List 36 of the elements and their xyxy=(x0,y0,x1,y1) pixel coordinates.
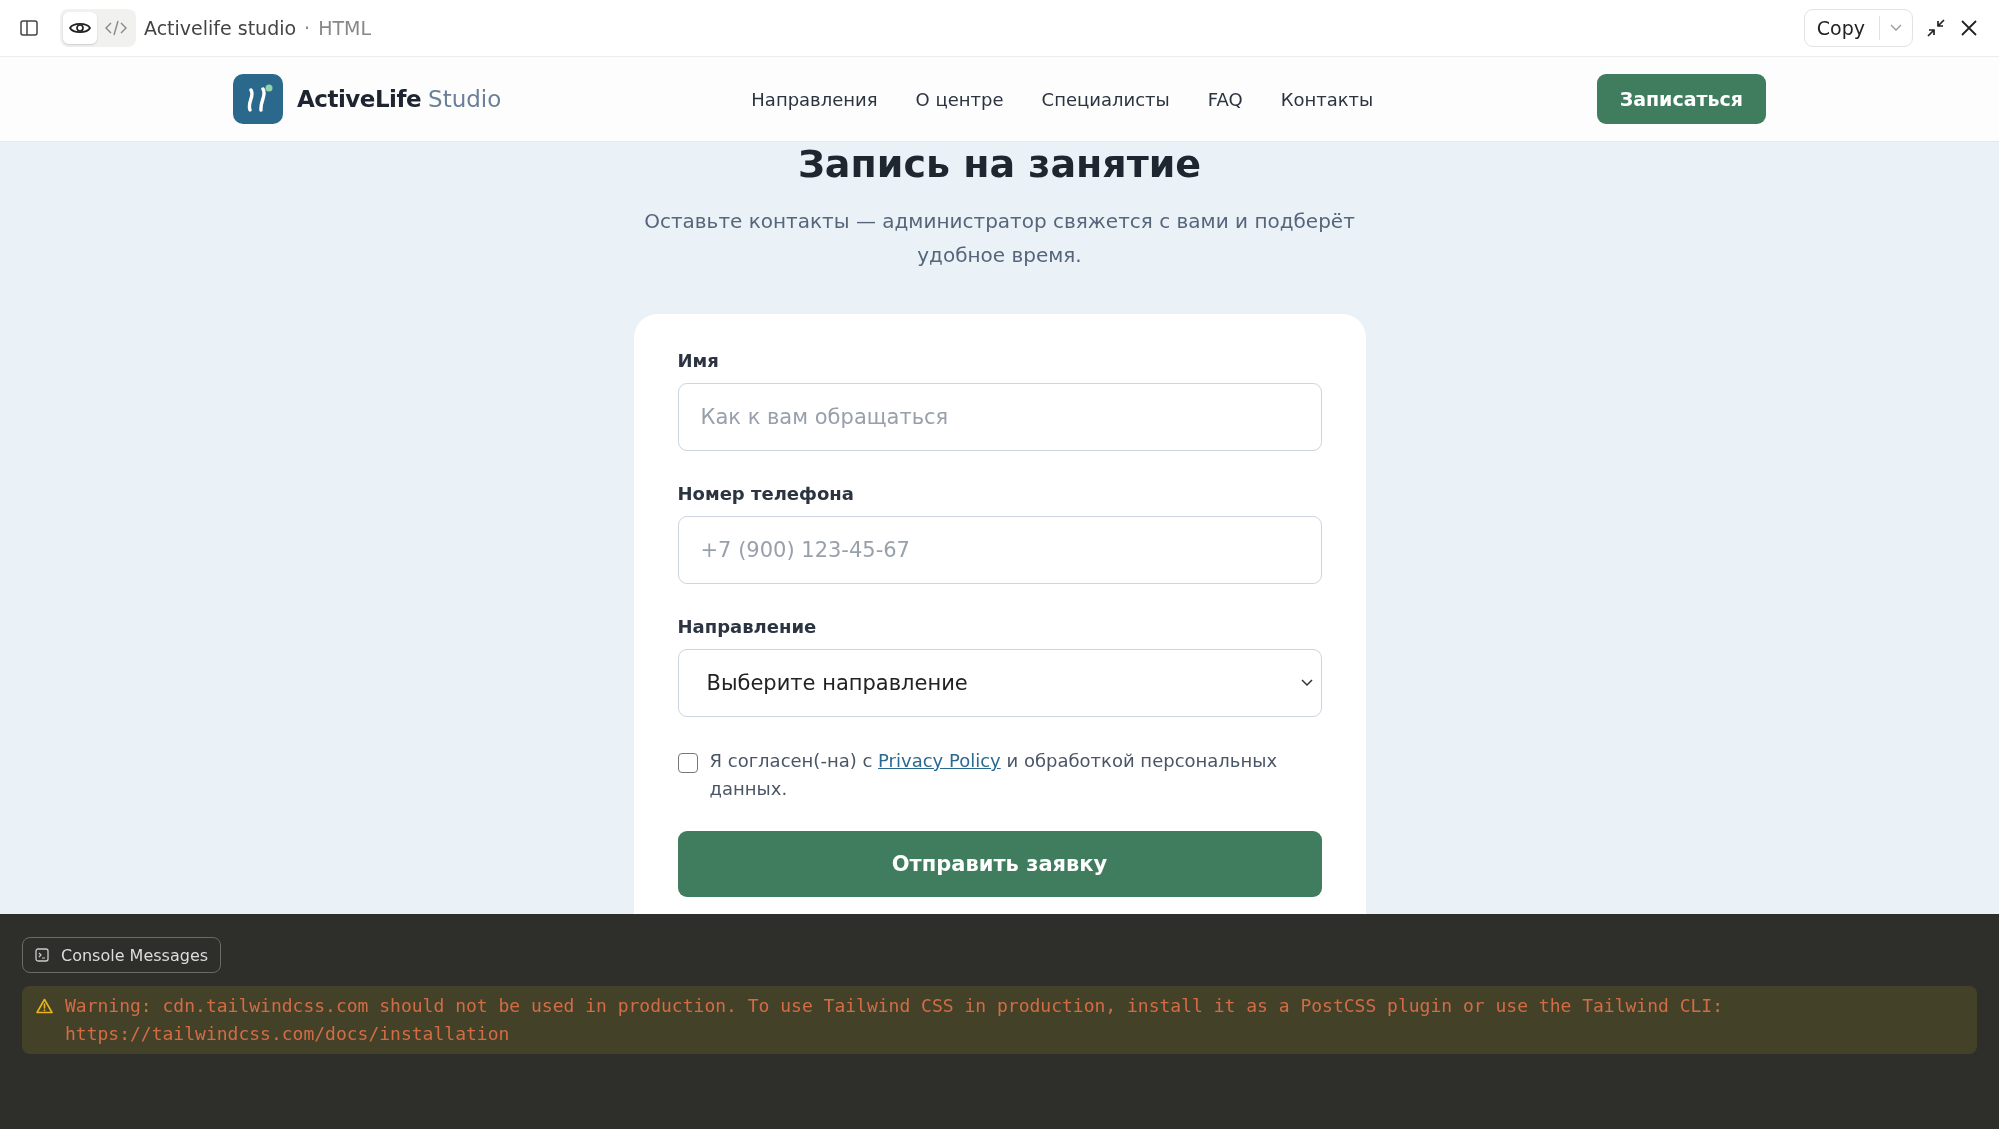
nav-link[interactable]: FAQ xyxy=(1207,88,1243,110)
brand-name[interactable]: ActiveLife Studio xyxy=(297,86,502,112)
field-label: Направление xyxy=(677,616,818,637)
document-type: HTML xyxy=(318,17,372,39)
privacy-policy-link[interactable]: Privacy Policy xyxy=(878,750,1001,771)
chevron-down-icon xyxy=(1300,679,1313,687)
collapse-icon[interactable] xyxy=(1925,17,1947,39)
input-field[interactable]: +7 (900) 123-45-67 xyxy=(677,516,1322,584)
submit-button[interactable]: Отправить заявку xyxy=(677,831,1322,897)
copy-button[interactable]: Copy xyxy=(1803,9,1913,47)
document-title: Activelife studio xyxy=(144,17,297,39)
select-field[interactable]: Выберите направление xyxy=(677,649,1322,717)
consent-checkbox[interactable] xyxy=(677,753,698,773)
preview-tab[interactable] xyxy=(63,12,97,44)
title-separator: · xyxy=(304,17,311,39)
eye-icon xyxy=(69,20,91,36)
logo-icon xyxy=(233,74,283,124)
nav-link[interactable]: Специалисты xyxy=(1041,88,1170,110)
consent-text: Я согласен(-на) с Privacy Policy и обработкой персональных данных. xyxy=(709,749,1279,801)
signup-button[interactable]: Записаться xyxy=(1596,74,1766,124)
code-icon xyxy=(105,20,127,36)
nav-link[interactable]: Контакты xyxy=(1280,88,1374,110)
chevron-down-icon[interactable] xyxy=(1890,24,1902,32)
page-subtitle: Оставьте контакты — администратор свяжется с вами и подберёт удобное время. xyxy=(643,208,1356,269)
field-label: Номер телефона xyxy=(677,483,855,504)
nav-link[interactable]: Направления xyxy=(751,88,878,110)
terminal-icon xyxy=(35,948,49,962)
page-heading: Запись на занятие xyxy=(797,142,1202,186)
sidebar-toggle-icon[interactable] xyxy=(20,19,38,37)
close-icon[interactable] xyxy=(1959,18,1979,38)
warning-icon xyxy=(36,998,53,1014)
console-messages-button[interactable]: Console Messages xyxy=(22,937,222,973)
warning-text: Warning: cdn.tailwindcss.com should not be used in production. To use Tailwind CSS in production, install it as a PostCSS plugin or use the Tailwind CLI: https://tailwindcss.com/docs/installation xyxy=(65,994,1725,1046)
nav-link[interactable]: О центре xyxy=(915,88,1004,110)
field-label: Имя xyxy=(677,350,720,371)
input-field[interactable]: Как к вам обращаться xyxy=(677,383,1322,451)
